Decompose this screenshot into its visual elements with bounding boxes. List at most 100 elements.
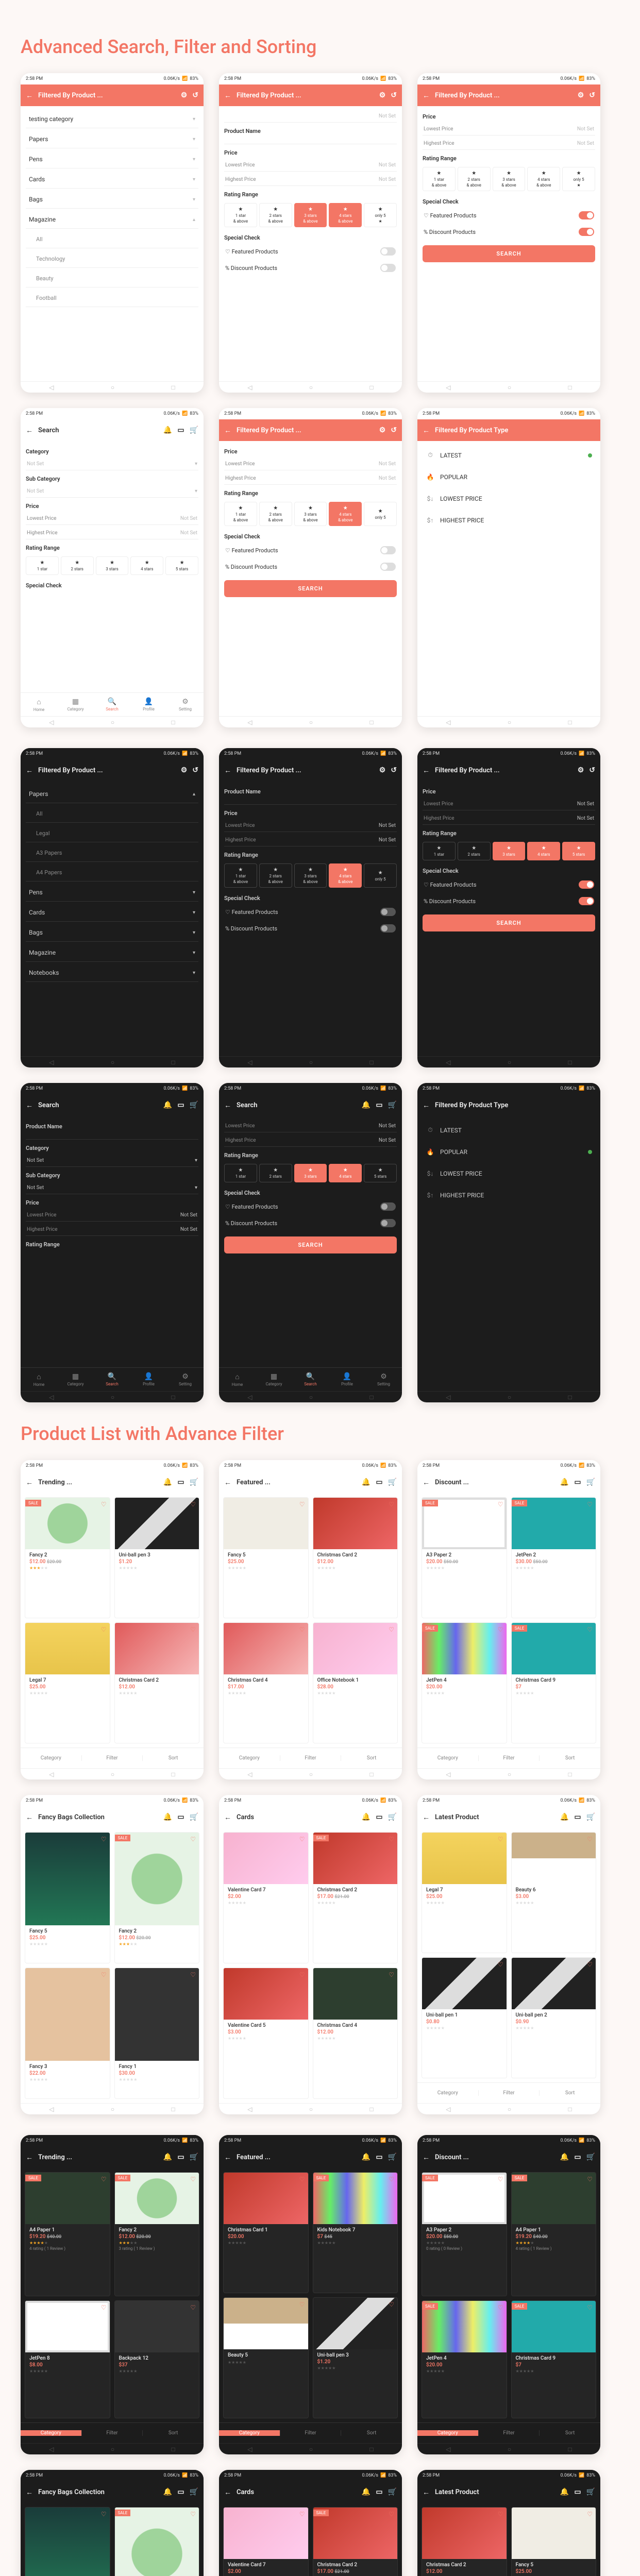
product-card[interactable]: ♡ Beauty 5 ★★★★★ xyxy=(223,2297,309,2418)
cart-icon[interactable]: 🛒 xyxy=(190,1478,198,1486)
reset-icon[interactable]: ↺ xyxy=(192,766,198,774)
subcat-football[interactable]: Football xyxy=(26,290,198,307)
heart-icon[interactable]: ♡ xyxy=(101,2511,107,2518)
cart-icon[interactable]: 🛒 xyxy=(388,2488,397,2496)
product-card[interactable]: ♡ Christmas Card 1 $20.00 ★★★★★ xyxy=(223,2172,309,2293)
highest-price-field[interactable]: Highest PriceNot Set xyxy=(26,527,198,539)
bell-icon[interactable]: 🔔 xyxy=(560,2153,569,2161)
back-icon[interactable]: ← xyxy=(26,2488,33,2497)
heart-icon[interactable]: ♡ xyxy=(587,1501,593,1508)
heart-icon[interactable]: ♡ xyxy=(587,2304,593,2311)
product-card[interactable]: ♡ Christmas Card 2 $12.00 ★★★★★ xyxy=(422,2507,507,2576)
fb-filter[interactable]: Filter xyxy=(479,2090,540,2096)
product-card[interactable]: SALE ♡ Christmas Card 9 $7 ★★★★★ xyxy=(511,2300,597,2419)
product-card[interactable]: ♡ Christmas Card 2 $12.00 ★★★★★ xyxy=(114,1622,200,1743)
category-testing[interactable]: testing category▾ xyxy=(26,110,198,128)
subcat-technology[interactable]: Technology xyxy=(26,250,198,268)
bell-icon[interactable]: 🔔 xyxy=(560,1478,569,1486)
star-2[interactable]: ★2 stars& above xyxy=(259,203,292,227)
sort-lowest-price[interactable]: $↓LOWEST PRICE xyxy=(423,1164,595,1183)
product-card[interactable]: ♡ Uni-ball pen 3 $1.20 ★★★★★ xyxy=(313,2297,398,2418)
fb-sort[interactable]: Sort xyxy=(341,2430,402,2436)
category-field[interactable]: Not Set▾ xyxy=(26,1155,198,1167)
product-card[interactable]: SALE ♡ JetPen 4 $20.00 ★★★★★ xyxy=(422,1622,507,1743)
star-5[interactable]: ★only 5 xyxy=(364,863,397,888)
search-button[interactable]: SEARCH xyxy=(224,580,397,597)
subcat-legal[interactable]: Legal xyxy=(26,825,198,842)
cart-icon[interactable]: 🛒 xyxy=(586,1813,595,1821)
lowest-price-field[interactable]: Lowest PriceNot Set xyxy=(423,798,595,810)
sort-popular[interactable]: 🔥POPULAR xyxy=(423,467,595,487)
discount-toggle[interactable] xyxy=(380,264,396,272)
fb-filter[interactable]: Filter xyxy=(82,1755,143,1761)
back-icon[interactable]: ← xyxy=(26,1478,33,1487)
subcat-a4[interactable]: A4 Papers xyxy=(26,864,198,882)
nav-recent-icon[interactable]: □ xyxy=(172,384,175,391)
subcat-a3[interactable]: A3 Papers xyxy=(26,844,198,862)
product-name-input[interactable] xyxy=(224,798,397,805)
product-card[interactable]: ♡ Valentine Card 5 $3.00 ★★★★★ xyxy=(223,1968,309,2099)
fb-category[interactable]: Category xyxy=(21,1755,82,1761)
cart-icon[interactable]: 🛒 xyxy=(586,2488,595,2496)
heart-icon[interactable]: ♡ xyxy=(389,1501,394,1508)
highest-price-field[interactable]: Highest PriceNot Set xyxy=(224,834,397,846)
star-4[interactable]: ★4 stars xyxy=(329,1164,362,1182)
heart-icon[interactable]: ♡ xyxy=(299,2176,305,2183)
product-card[interactable]: ♡ Legal 7 $25.00 ★★★★★ xyxy=(25,1622,110,1743)
star-5[interactable]: ★5 stars xyxy=(165,556,198,575)
heart-icon[interactable]: ♡ xyxy=(498,2304,503,2311)
star-4[interactable]: ★4 stars& above xyxy=(329,203,362,227)
product-card[interactable]: ♡ Fancy 1 $30.00 ★★★★★ xyxy=(114,1968,200,2099)
book-icon[interactable]: ▭ xyxy=(574,2153,581,2161)
star-3[interactable]: ★3 stars& above xyxy=(493,167,526,191)
highest-price-field[interactable]: Highest PriceNot Set xyxy=(423,812,595,825)
heart-icon[interactable]: ♡ xyxy=(190,1626,196,1633)
star-2[interactable]: ★2 stars xyxy=(61,556,94,575)
bell-icon[interactable]: 🔔 xyxy=(163,426,172,434)
reset-icon[interactable]: ↺ xyxy=(391,766,397,774)
back-icon[interactable]: ← xyxy=(224,2488,231,2497)
fb-sort[interactable]: Sort xyxy=(143,2430,204,2436)
tab-home[interactable]: ⌂Home xyxy=(21,1372,57,1387)
book-icon[interactable]: ▭ xyxy=(574,1813,581,1821)
sort-latest[interactable]: ⏱LATEST xyxy=(423,1120,595,1140)
back-icon[interactable]: ← xyxy=(224,1478,231,1487)
heart-icon[interactable]: ♡ xyxy=(190,2176,196,2183)
product-card[interactable]: ♡ Beauty 6 $3.00 ★★★★★ xyxy=(511,1832,597,1953)
bell-icon[interactable]: 🔔 xyxy=(163,2488,172,2496)
category-bags[interactable]: Bags▾ xyxy=(26,191,198,209)
lowest-price-field[interactable]: Lowest PriceNot Set xyxy=(224,458,397,470)
lowest-price-field[interactable]: Lowest PriceNot Set xyxy=(423,123,595,135)
book-icon[interactable]: ▭ xyxy=(177,1478,184,1486)
product-card[interactable]: SALE ♡ Kids Notebook 7 $7 $45 ★★★★★ xyxy=(313,2172,398,2293)
star-4[interactable]: ★4 stars xyxy=(130,556,163,575)
book-icon[interactable]: ▭ xyxy=(177,426,184,434)
fb-category[interactable]: Category xyxy=(219,1755,280,1761)
heart-icon[interactable]: ♡ xyxy=(498,1836,503,1843)
product-card[interactable]: ♡ Christmas Card 2 $12.00 ★★★★★ xyxy=(313,1497,398,1618)
cart-icon[interactable]: 🛒 xyxy=(388,1813,397,1821)
product-card[interactable]: ♡ Fancy 5 $25.00 ★★★★★ xyxy=(511,2507,597,2576)
fb-filter[interactable]: Filter xyxy=(479,2430,540,2436)
star-4[interactable]: ★4 stars xyxy=(527,842,560,860)
star-5[interactable]: ★only 5 xyxy=(364,502,397,526)
highest-price-field[interactable]: Highest PriceNot Set xyxy=(224,174,397,186)
cart-icon[interactable]: 🛒 xyxy=(388,2153,397,2161)
reset-icon[interactable]: ↺ xyxy=(391,426,397,434)
search-button[interactable]: SEARCH xyxy=(423,914,595,931)
category-pens[interactable]: Pens▾ xyxy=(26,884,198,902)
filter-icon[interactable]: ⚙ xyxy=(181,91,188,99)
cart-icon[interactable]: 🛒 xyxy=(388,1478,397,1486)
back-icon[interactable]: ← xyxy=(423,426,430,435)
star-1[interactable]: ★1 star xyxy=(26,556,59,575)
tab-profile[interactable]: 👤Profile xyxy=(130,1372,167,1386)
heart-icon[interactable]: ♡ xyxy=(498,2176,503,2183)
book-icon[interactable]: ▭ xyxy=(177,1813,184,1821)
cart-icon[interactable]: 🛒 xyxy=(190,2153,198,2161)
product-card[interactable]: SALE ♡ Fancy 2 $12.00 $20.00 ★★★★★ xyxy=(114,2507,200,2576)
heart-icon[interactable]: ♡ xyxy=(299,2301,305,2308)
discount-toggle[interactable] xyxy=(380,924,396,933)
cart-icon[interactable]: 🛒 xyxy=(586,2153,595,2161)
heart-icon[interactable]: ♡ xyxy=(389,2301,394,2308)
tab-profile[interactable]: 👤Profile xyxy=(329,1372,365,1386)
